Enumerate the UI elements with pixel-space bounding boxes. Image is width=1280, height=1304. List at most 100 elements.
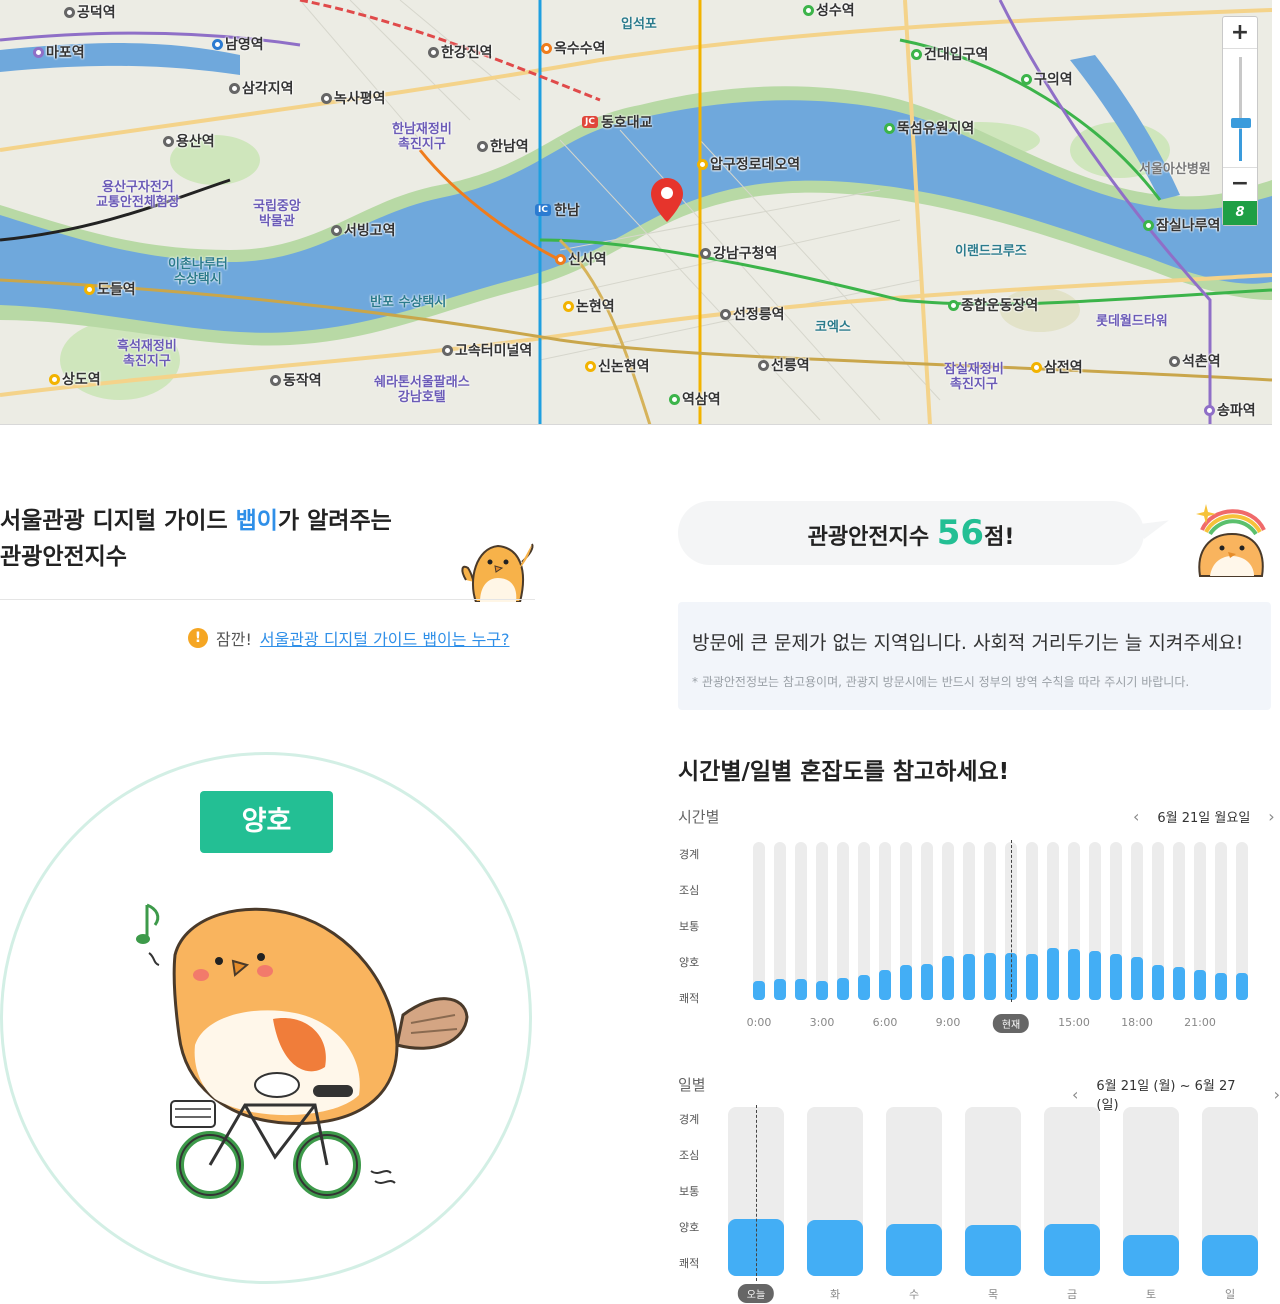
station-marker-icon [555, 253, 566, 265]
map-station[interactable]: 서빙고역 [331, 220, 396, 240]
hourly-next-arrow[interactable]: › [1268, 807, 1274, 826]
map-station[interactable]: 압구정로데오역 [697, 154, 800, 174]
map-station[interactable]: 역삼역 [669, 389, 721, 409]
station-name: 고속터미널역 [455, 343, 533, 359]
daily-y-label: 쾌적 [679, 1257, 700, 1270]
map-station[interactable]: 남영역 [212, 34, 264, 54]
hourly-bar[interactable] [1215, 973, 1227, 1000]
map-station[interactable]: 종합운동장역 [948, 295, 1038, 315]
station-marker-icon [758, 359, 769, 371]
station-marker-icon [229, 82, 240, 94]
map-station[interactable]: 삼전역 [1031, 357, 1083, 377]
hourly-bar[interactable] [1173, 966, 1185, 1000]
score-value: 56 [936, 513, 985, 553]
hourly-bar[interactable] [1152, 965, 1164, 1000]
map-station[interactable]: 마포역 [33, 42, 85, 62]
map-station[interactable]: 건대입구역 [911, 44, 988, 64]
map-road-label: IC 한남 [535, 200, 580, 220]
map-station[interactable]: 신논현역 [585, 356, 650, 376]
map-station[interactable]: 성수역 [803, 0, 855, 20]
map-station[interactable]: 논현역 [563, 296, 615, 316]
station-marker-icon [1204, 404, 1215, 416]
map-station[interactable]: 석촌역 [1169, 351, 1221, 371]
hourly-bar[interactable] [921, 963, 933, 1000]
hourly-bar[interactable] [774, 979, 786, 1000]
daily-bar[interactable] [1044, 1223, 1100, 1276]
hourly-bar[interactable] [900, 965, 912, 1000]
daily-next-arrow[interactable]: › [1274, 1085, 1280, 1104]
current-hour-tag: 현재 [992, 1014, 1030, 1033]
hourly-bar[interactable] [963, 954, 975, 1000]
daily-bar[interactable] [1202, 1235, 1258, 1276]
station-marker-icon [321, 92, 332, 104]
hourly-bar[interactable] [1110, 954, 1122, 1000]
location-pin-icon[interactable] [651, 178, 683, 222]
safety-score-bubble: 관광안전지수 56점! [678, 501, 1144, 565]
station-marker-icon [911, 48, 922, 60]
map-station[interactable]: 녹사평역 [321, 88, 386, 108]
daily-bar[interactable] [886, 1223, 942, 1276]
map-station[interactable]: 동작역 [270, 370, 322, 390]
zoom-in-button[interactable]: + [1223, 17, 1257, 49]
station-name: 구의역 [1034, 72, 1073, 88]
hourly-bar[interactable] [1131, 957, 1143, 1000]
daily-bar[interactable] [1123, 1235, 1179, 1276]
map-station[interactable]: 선릉역 [758, 355, 810, 375]
hourly-bar[interactable] [816, 981, 828, 1000]
map-station[interactable]: 옥수수역 [541, 38, 606, 58]
map-station[interactable]: 강남구청역 [700, 243, 777, 263]
hourly-x-label: 3:00 [809, 1016, 835, 1029]
map-station[interactable]: 한강진역 [428, 42, 493, 62]
map-station[interactable]: 용산역 [163, 131, 215, 151]
map-station[interactable]: 공덕역 [64, 2, 116, 22]
map-station[interactable]: 도들역 [84, 279, 136, 299]
hourly-bar[interactable] [1236, 973, 1248, 1000]
station-name: 동작역 [283, 373, 322, 389]
station-name: 석촌역 [1182, 354, 1221, 370]
map-station[interactable]: 뚝섬유원지역 [884, 118, 974, 138]
station-name: 잠실나루역 [1156, 218, 1221, 234]
map-landmark: 흑석재정비 촉진지구 [117, 339, 177, 369]
hourly-bar[interactable] [1089, 951, 1101, 1000]
hourly-bar-track [816, 842, 828, 1000]
daily-bar[interactable] [807, 1220, 863, 1276]
hourly-bar[interactable] [858, 974, 870, 1000]
safety-disclaimer: * 관광안전정보는 참고용이며, 관광지 방문시에는 반드시 정부의 방역 수칙… [692, 675, 1190, 689]
hourly-bar[interactable] [795, 979, 807, 1000]
map-station[interactable]: 삼각지역 [229, 78, 294, 98]
station-marker-icon [1169, 355, 1180, 367]
station-marker-icon [331, 224, 342, 236]
hourly-bar[interactable] [1194, 969, 1206, 1000]
station-marker-icon [212, 38, 223, 50]
map-station[interactable]: 잠실나루역 [1143, 215, 1220, 235]
station-marker-icon [1021, 73, 1032, 85]
hourly-y-label: 쾌적 [679, 992, 700, 1005]
hourly-bar[interactable] [1068, 949, 1080, 1000]
map-station[interactable]: 한남역 [477, 136, 529, 156]
daily-bar[interactable] [965, 1225, 1021, 1276]
station-marker-icon [442, 344, 453, 356]
station-marker-icon [1143, 219, 1154, 231]
station-name: 종합운동장역 [961, 298, 1039, 314]
hourly-bar[interactable] [984, 952, 996, 1000]
map-station[interactable]: 상도역 [49, 369, 101, 389]
map-station[interactable]: 신사역 [555, 249, 607, 269]
zoom-track-fill [1239, 129, 1242, 161]
map-station[interactable]: 구의역 [1021, 69, 1073, 89]
hourly-bar[interactable] [837, 977, 849, 1000]
hourly-bar[interactable] [1026, 954, 1038, 1000]
who-is-baebi-link[interactable]: 서울관광 디지털 가이드 뱁이는 누구? [260, 626, 510, 650]
zoom-out-button[interactable]: − [1223, 167, 1257, 199]
map[interactable]: 공덕역마포역 남영역 한강진역 옥수수역 성수역건대입구역구의역 삼각지역녹사평역용산역 한… [0, 0, 1272, 425]
hourly-prev-arrow[interactable]: ‹ [1133, 807, 1139, 826]
hourly-bar[interactable] [879, 969, 891, 1000]
hourly-bar[interactable] [753, 981, 765, 1000]
hourly-bar[interactable] [1047, 947, 1059, 1000]
map-station[interactable]: 선정릉역 [720, 304, 785, 324]
hourly-bar[interactable] [942, 955, 954, 1000]
map-station[interactable]: 고속터미널역 [442, 340, 532, 360]
hourly-x-label: 9:00 [935, 1016, 961, 1029]
daily-prev-arrow[interactable]: ‹ [1072, 1085, 1078, 1104]
map-station[interactable]: 송파역 [1204, 400, 1256, 420]
zoom-slider-handle[interactable] [1231, 118, 1251, 128]
